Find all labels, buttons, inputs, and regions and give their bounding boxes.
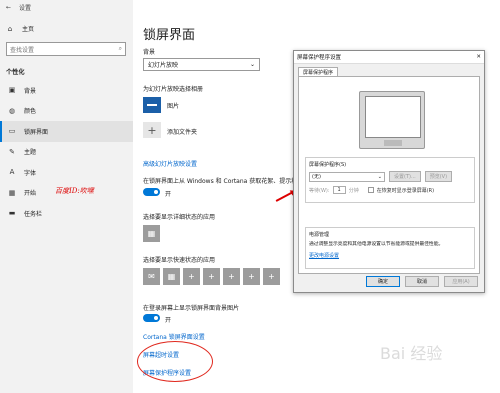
sidebar-item-fonts[interactable]: A 字体 bbox=[0, 162, 133, 183]
sidebar-nav: ▣ 背景 ◍ 颜色 ▭ 锁屏界面 ✎ 主题 A 字体 ▦ 开始 ▬ 任务栏 bbox=[0, 80, 133, 224]
search-icon: ⌕ bbox=[118, 45, 122, 52]
power-description: 通过调整显示亮度和其他电源设置以节省能源或提供最佳性能。 bbox=[309, 242, 444, 247]
wait-label: 等待(W): bbox=[309, 187, 330, 194]
lockscreen-icon: ▭ bbox=[8, 127, 16, 136]
sidebar-item-label: 颜色 bbox=[24, 108, 37, 116]
background-dropdown[interactable]: 幻灯片放映 ⌄ bbox=[143, 58, 260, 71]
power-group: 电源管理 通过调整显示亮度和其他电源设置以节省能源或提供最佳性能。 更改电源设置 bbox=[305, 227, 475, 269]
back-button[interactable]: ← bbox=[6, 4, 11, 11]
fun-facts-toggle-label: 开 bbox=[165, 191, 172, 198]
annotation-circle bbox=[137, 341, 213, 382]
watermark-logo: Bai 经验 bbox=[380, 344, 443, 363]
search-input[interactable]: 查找设置 ⌕ bbox=[6, 42, 126, 56]
dialog-title: 屏幕保护程序设置 bbox=[297, 55, 342, 61]
cancel-button[interactable]: 取消 bbox=[405, 276, 439, 287]
calendar-icon[interactable]: ▦ bbox=[163, 268, 180, 285]
resume-label: 在恢复时显示登录屏幕(R) bbox=[376, 187, 435, 194]
sidebar-item-lockscreen[interactable]: ▭ 锁屏界面 bbox=[0, 121, 133, 142]
add-icon[interactable]: + bbox=[203, 268, 220, 285]
chevron-down-icon: ⌄ bbox=[249, 61, 255, 68]
quick-status-label: 选择要显示快速状态的应用 bbox=[143, 257, 216, 264]
dialog-titlebar: 屏幕保护程序设置 ✕ bbox=[294, 51, 484, 64]
apply-button[interactable]: 应用(A) bbox=[444, 276, 478, 287]
home-nav[interactable]: ⌂ 主页 bbox=[6, 24, 35, 34]
add-icon[interactable]: + bbox=[243, 268, 260, 285]
sidebar-item-label: 字体 bbox=[24, 169, 37, 177]
watermark-text: 百度ID:吹嘿 bbox=[55, 187, 94, 195]
mail-icon[interactable]: ✉ bbox=[143, 268, 160, 285]
add-folder-label[interactable]: 添加文件夹 bbox=[167, 127, 197, 136]
signin-background-label: 在登录屏幕上显示锁屏界面背景图片 bbox=[143, 305, 240, 312]
preview-button[interactable]: 预览(V) bbox=[424, 171, 453, 182]
preview-screen bbox=[365, 96, 421, 138]
background-value: 幻灯片放映 bbox=[148, 62, 179, 69]
settings-button[interactable]: 设置(T)... bbox=[389, 171, 421, 182]
dialog-panel: 屏幕保护程序(S) (无) ⌄ 设置(T)... 预览(V) 等待(W): 1 分… bbox=[298, 76, 480, 274]
home-icon: ⌂ bbox=[7, 24, 13, 33]
saver-group-title: 屏幕保护程序(S) bbox=[309, 162, 347, 168]
sidebar-item-label: 锁屏界面 bbox=[24, 128, 49, 136]
detailed-status-tiles: ▦ bbox=[143, 225, 160, 242]
screen-saver-dialog: 屏幕保护程序设置 ✕ 屏幕保护程序 屏幕保护程序(S) (无) ⌄ 设置(T)..… bbox=[293, 50, 485, 293]
sidebar-item-background[interactable]: ▣ 背景 bbox=[0, 80, 133, 101]
advanced-slideshow-link[interactable]: 高级幻灯片放映设置 bbox=[143, 159, 197, 168]
page-title: 锁屏界面 bbox=[143, 28, 196, 43]
sidebar-item-themes[interactable]: ✎ 主题 bbox=[0, 142, 133, 163]
titlebar: ← 设置 bbox=[0, 0, 133, 14]
power-settings-link[interactable]: 更改电源设置 bbox=[309, 252, 471, 259]
fun-facts-toggle[interactable] bbox=[143, 188, 160, 196]
close-icon[interactable]: ✕ bbox=[476, 54, 481, 60]
add-icon[interactable]: + bbox=[263, 268, 280, 285]
sidebar-item-colors[interactable]: ◍ 颜色 bbox=[0, 101, 133, 122]
section-title: 个性化 bbox=[6, 69, 25, 76]
saver-group: 屏幕保护程序(S) (无) ⌄ 设置(T)... 预览(V) 等待(W): 1 分… bbox=[305, 157, 475, 203]
palette-icon: ◍ bbox=[8, 106, 16, 115]
ok-button[interactable]: 确定 bbox=[366, 276, 400, 287]
search-placeholder: 查找设置 bbox=[10, 46, 35, 54]
saver-value: (无) bbox=[312, 174, 321, 180]
pictures-folder-icon[interactable] bbox=[143, 97, 161, 113]
home-label: 主页 bbox=[22, 26, 35, 33]
monitor-stand bbox=[384, 140, 402, 146]
album-pictures-label[interactable]: 图片 bbox=[167, 101, 179, 110]
monitor-preview bbox=[359, 91, 425, 149]
sidebar-item-label: 背景 bbox=[24, 87, 37, 95]
sidebar-item-label: 主题 bbox=[24, 149, 37, 157]
add-icon[interactable]: + bbox=[223, 268, 240, 285]
resume-checkbox[interactable] bbox=[367, 187, 374, 193]
fun-facts-label: 在锁屏界面上从 Windows 和 Cortana 获取花絮、提示和 bbox=[143, 178, 298, 185]
calendar-icon[interactable]: ▦ bbox=[143, 225, 160, 242]
chevron-down-icon: ⌄ bbox=[377, 173, 382, 180]
taskbar-icon: ▬ bbox=[8, 209, 16, 218]
album-label: 为幻灯片放映选择相册 bbox=[143, 86, 204, 93]
picture-icon: ▣ bbox=[8, 86, 16, 95]
signin-background-toggle-label: 开 bbox=[165, 317, 172, 324]
sidebar-item-label: 开始 bbox=[24, 190, 37, 198]
sidebar: ← 设置 ⌂ 主页 查找设置 ⌕ 个性化 ▣ 背景 ◍ 颜色 ▭ 锁屏界面 ✎ 主题 A… bbox=[0, 0, 133, 393]
detailed-status-label: 选择要显示详细状态的应用 bbox=[143, 214, 216, 221]
quick-status-tiles: ✉ ▦ + + + + + bbox=[143, 268, 280, 285]
background-label: 背景 bbox=[143, 49, 156, 56]
signin-background-toggle[interactable] bbox=[143, 314, 160, 322]
brush-icon: ✎ bbox=[9, 147, 15, 156]
sidebar-item-label: 任务栏 bbox=[24, 210, 43, 218]
cortana-lockscreen-link[interactable]: Cortana 锁屏界面设置 bbox=[143, 332, 205, 341]
power-group-title: 电源管理 bbox=[309, 232, 330, 238]
window-title: 设置 bbox=[19, 4, 32, 12]
start-icon: ▦ bbox=[8, 188, 16, 197]
saver-dropdown[interactable]: (无) ⌄ bbox=[309, 171, 385, 182]
add-icon[interactable]: + bbox=[143, 122, 161, 138]
sidebar-item-taskbar[interactable]: ▬ 任务栏 bbox=[0, 203, 133, 224]
dialog-buttons: 确定 取消 应用(A) bbox=[366, 276, 478, 287]
wait-unit: 分钟 bbox=[348, 187, 359, 194]
add-icon[interactable]: + bbox=[183, 268, 200, 285]
wait-input[interactable]: 1 bbox=[332, 186, 346, 194]
font-icon: A bbox=[9, 168, 15, 177]
